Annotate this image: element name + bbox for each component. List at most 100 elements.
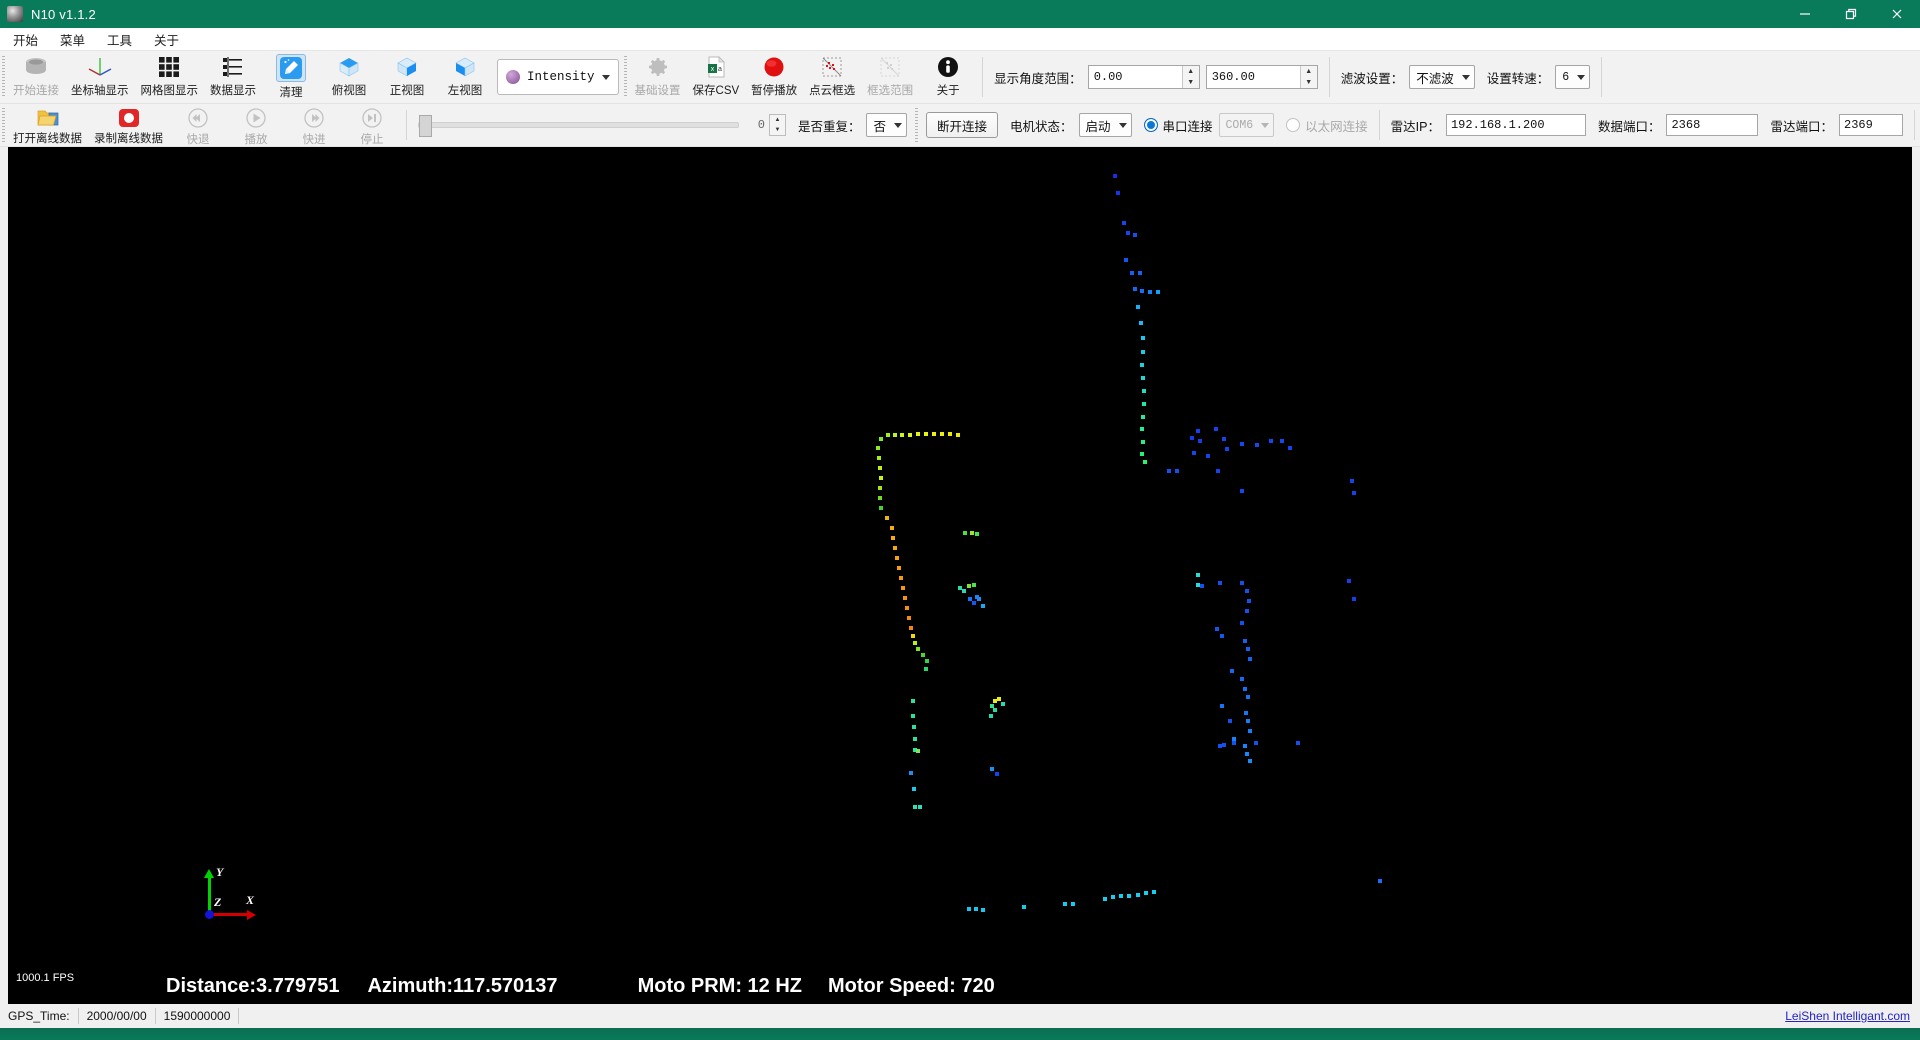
point-cloud-point	[1218, 581, 1222, 585]
radar-ip-input[interactable]: 192.168.1.200	[1445, 114, 1586, 136]
record-offline-data-button[interactable]: 录制离线数据	[88, 104, 169, 146]
playback-frame-spinner[interactable]: ▲ ▼	[768, 114, 786, 136]
minimize-icon[interactable]	[1782, 0, 1828, 28]
open-offline-data-label: 打开离线数据	[13, 133, 82, 145]
point-cloud-point	[1269, 439, 1273, 443]
axes-display-button[interactable]: 坐标轴显示	[65, 51, 135, 103]
serial-connection-radio[interactable]: 串口连接	[1143, 116, 1213, 135]
broom-clean-icon	[276, 54, 306, 82]
radar-port-input[interactable]: 2369	[1839, 114, 1903, 136]
motor-state-select[interactable]: 启动	[1078, 113, 1132, 137]
chevron-down-icon	[1118, 122, 1127, 128]
start-connect-button[interactable]: 开始连接	[7, 51, 65, 103]
about-button[interactable]: 关于	[919, 51, 977, 103]
spin-up-icon[interactable]: ▲	[770, 115, 785, 125]
toolbar-grip-2[interactable]	[622, 51, 629, 103]
vendor-website-link[interactable]: LeiShen Intelligant.com	[1785, 1009, 1910, 1023]
spin-down-icon[interactable]: ▼	[1301, 77, 1317, 88]
angle-min-spinner[interactable]: 0.00 ▲ ▼	[1087, 65, 1200, 89]
point-cloud-point	[878, 466, 882, 470]
chevron-down-icon	[893, 122, 902, 128]
axis-x-arrow	[247, 910, 256, 920]
playback-slider-track[interactable]	[418, 115, 739, 137]
angle-min-arrows[interactable]: ▲ ▼	[1181, 66, 1199, 88]
color-mode-combo[interactable]: Intensity	[497, 59, 619, 95]
rewind-button[interactable]: 快退	[169, 104, 227, 146]
point-cloud-point	[1240, 489, 1244, 493]
top-view-button[interactable]: 俯视图	[320, 51, 378, 103]
toolbar-grip-3[interactable]	[0, 104, 7, 146]
color-sphere-icon	[506, 70, 520, 84]
point-cloud-point	[876, 446, 880, 450]
point-cloud-point	[975, 532, 979, 536]
radar-port-group: 雷达端口： 2369	[1764, 104, 1909, 146]
serial-port-select[interactable]: COM6	[1218, 113, 1275, 137]
grid-display-button[interactable]: 网格图显示	[135, 51, 205, 103]
menu-start[interactable]: 开始	[4, 28, 47, 51]
data-display-button[interactable]: 数据显示	[204, 51, 262, 103]
chevron-down-icon	[1577, 74, 1586, 80]
box-range-button[interactable]: 框选范围	[861, 51, 919, 103]
filter-select[interactable]: 不滤波	[1409, 65, 1475, 89]
repeat-select[interactable]: 否	[866, 113, 907, 137]
save-csv-button[interactable]: x a 保存CSV	[687, 51, 746, 103]
clean-label: 清理	[279, 87, 303, 99]
point-cloud-point	[1142, 389, 1146, 393]
toolbar-grip-4[interactable]	[913, 104, 920, 146]
axis-origin-dot	[205, 910, 214, 919]
point-cloud-point	[1152, 890, 1156, 894]
open-offline-data-button[interactable]: 打开离线数据	[7, 104, 88, 146]
point-cloud-viewport[interactable]: Y X Z 1000.1 FPS Distance:3.779751 Azimu…	[8, 147, 1912, 1004]
hud-motor-speed: Motor Speed: 720	[828, 974, 995, 997]
point-cloud-point	[1141, 415, 1145, 419]
pause-play-button[interactable]: 暂停播放	[745, 51, 803, 103]
toolbar-grip[interactable]	[0, 51, 7, 103]
point-cloud-point	[940, 432, 944, 436]
close-icon[interactable]	[1874, 0, 1920, 28]
point-cloud-point	[1248, 759, 1252, 763]
point-cloud-point	[1352, 491, 1356, 495]
stop-button[interactable]: 停止	[343, 104, 401, 146]
spin-up-icon[interactable]: ▲	[1183, 66, 1199, 77]
disconnect-button[interactable]: 断开连接	[925, 112, 998, 138]
front-view-button[interactable]: 正视图	[378, 51, 436, 103]
playback-slider[interactable]: 0 ▲ ▼	[412, 104, 792, 146]
playback-slider-handle[interactable]	[419, 115, 432, 137]
menu-tools[interactable]: 工具	[98, 28, 141, 51]
point-box-select-button[interactable]: 点云框选	[803, 51, 861, 103]
point-cloud-point	[1063, 902, 1067, 906]
play-button[interactable]: 播放	[227, 104, 285, 146]
point-cloud-point	[1138, 271, 1142, 275]
spin-up-icon[interactable]: ▲	[1301, 66, 1317, 77]
point-cloud-point	[912, 787, 916, 791]
point-cloud-point	[1248, 729, 1252, 733]
data-port-input[interactable]: 2368	[1666, 114, 1759, 136]
point-cloud-point	[1148, 290, 1152, 294]
spin-down-icon[interactable]: ▼	[770, 125, 785, 135]
point-cloud-point	[1111, 895, 1115, 899]
basic-settings-button[interactable]: 基础设置	[629, 51, 687, 103]
point-cloud-point	[901, 586, 905, 590]
menu-about[interactable]: 关于	[145, 28, 188, 51]
spin-down-icon[interactable]: ▼	[1183, 77, 1199, 88]
point-cloud-point	[921, 653, 925, 657]
restore-icon[interactable]	[1828, 0, 1874, 28]
point-cloud-point	[1196, 429, 1200, 433]
point-cloud-point	[1167, 469, 1171, 473]
point-cloud-point	[903, 596, 907, 600]
point-cloud-point	[899, 576, 903, 580]
point-cloud-point	[908, 433, 912, 437]
data-port-label: 数据端口：	[1597, 119, 1661, 134]
fast-forward-button[interactable]: 快进	[285, 104, 343, 146]
point-cloud-point	[905, 606, 909, 610]
menu-menu[interactable]: 菜单	[51, 28, 94, 51]
speed-select[interactable]: 6	[1555, 65, 1591, 89]
point-cloud-point	[1113, 174, 1117, 178]
clean-button[interactable]: 清理	[262, 51, 320, 103]
point-cloud-point	[967, 584, 971, 588]
left-view-button[interactable]: 左视图	[436, 51, 494, 103]
angle-max-spinner[interactable]: 360.00 ▲ ▼	[1205, 65, 1318, 89]
ethernet-connection-radio[interactable]: 以太网连接	[1286, 116, 1368, 135]
repeat-label: 是否重复：	[797, 119, 861, 134]
angle-max-arrows[interactable]: ▲ ▼	[1299, 66, 1317, 88]
